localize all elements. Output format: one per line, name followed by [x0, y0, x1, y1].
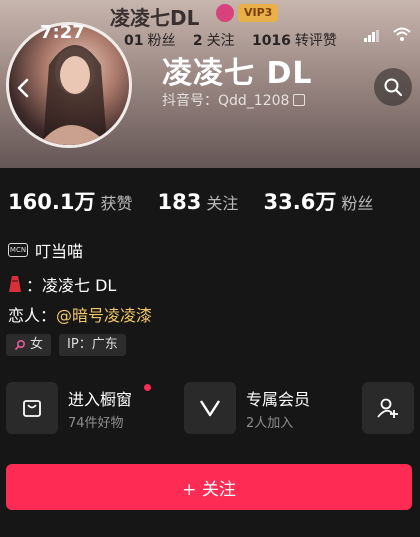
ghost-stat-value: 2: [192, 33, 203, 49]
showcase-icon-box: [6, 382, 58, 434]
followers-label: 粉丝: [341, 194, 374, 213]
lover-prefix: 恋人：: [8, 306, 57, 325]
vip-badge: VIP3: [238, 4, 279, 22]
bio-text: ：凌凌七 DL: [26, 276, 117, 295]
ghost-stat-label: 粉丝: [147, 33, 176, 49]
profile-header: 凌凌七DL VIP3 01 粉丝 2 关注 1016 转评赞 7:27 凌凌七 …: [0, 0, 420, 168]
notification-dot: [144, 384, 151, 391]
membership-card[interactable]: 专属会员 2人加入: [184, 382, 344, 436]
v-member-icon: [199, 400, 221, 417]
copy-icon[interactable]: [293, 94, 306, 106]
douyin-id-row[interactable]: 抖音号：Qdd_1208: [162, 90, 306, 110]
ghost-stat-label: 关注: [206, 33, 235, 49]
bio-line: ：凌凌七 DL: [8, 272, 116, 296]
ip-tag: IP：广东: [59, 334, 126, 356]
female-icon: [14, 339, 26, 351]
douyin-id: 抖音号：Qdd_1208: [162, 93, 290, 109]
following-count[interactable]: 183: [158, 190, 202, 214]
badge-icon: [216, 4, 234, 22]
lover-line: 恋人：@暗号凌凌漆: [8, 302, 152, 326]
follow-button[interactable]: + 关注: [6, 464, 412, 510]
gender-label: 女: [30, 337, 44, 352]
profile-tags: 女 IP：广东: [6, 334, 126, 356]
back-icon[interactable]: [10, 74, 38, 102]
profile-stats: 160.1万 获赞 183 关注 33.6万 粉丝: [8, 186, 393, 216]
likes-count[interactable]: 160.1万: [8, 190, 95, 214]
profile-name: 凌凌七 DL: [162, 56, 313, 91]
mcn-icon: MCN: [8, 243, 28, 257]
showcase-title: 进入橱窗: [68, 390, 133, 409]
signal-icon: [364, 30, 380, 42]
showcase-card[interactable]: 进入橱窗 74件好物: [6, 382, 166, 436]
mcn-row[interactable]: MCN 叮当喵: [8, 238, 83, 262]
ghost-stat-label: 转评赞: [294, 33, 337, 49]
dress-icon: [9, 276, 21, 292]
mcn-name: 叮当喵: [35, 242, 84, 261]
membership-subtitle: 2人加入: [246, 416, 294, 431]
lover-mention-link[interactable]: @暗号凌凌漆: [56, 306, 152, 325]
likes-label: 获赞: [100, 194, 133, 213]
add-friend-icon: [377, 398, 398, 418]
add-friend-icon-box: [362, 382, 414, 434]
ghost-stats: 01 粉丝 2 关注 1016 转评赞: [124, 30, 341, 50]
wifi-icon: [393, 27, 411, 41]
add-friend-button[interactable]: [362, 382, 414, 436]
following-label: 关注: [206, 194, 239, 213]
membership-title: 专属会员: [246, 390, 311, 409]
ip-label: IP：广东: [67, 337, 118, 352]
membership-icon-box: [184, 382, 236, 434]
ghost-stat-value: 01: [124, 33, 144, 49]
search-icon: [384, 78, 403, 97]
showcase-subtitle: 74件好物: [68, 416, 124, 431]
ghost-stat-value: 1016: [251, 33, 291, 49]
shopping-bag-icon: [23, 400, 41, 417]
gender-tag: 女: [6, 334, 52, 356]
ghost-name: 凌凌七DL: [110, 6, 200, 30]
status-time: 7:27: [40, 22, 85, 43]
search-button[interactable]: [374, 68, 412, 106]
followers-count[interactable]: 33.6万: [264, 190, 337, 214]
